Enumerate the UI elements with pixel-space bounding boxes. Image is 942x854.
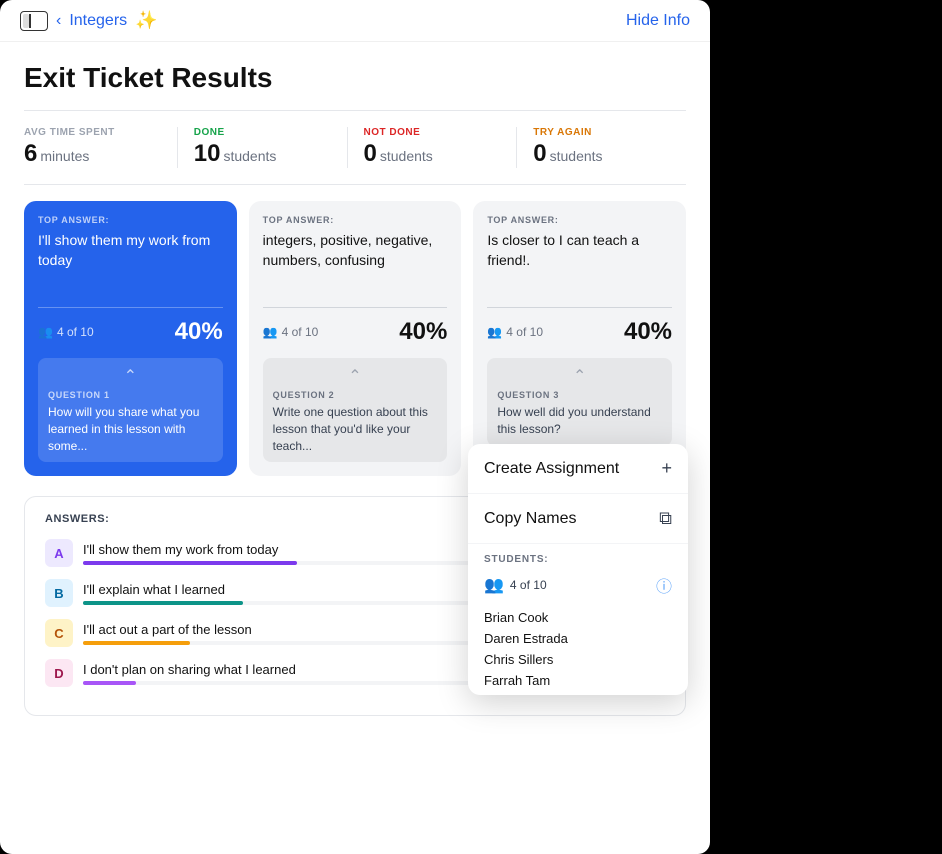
answer-bar-b xyxy=(83,601,243,605)
stat-done-value: 10students xyxy=(194,140,331,168)
stats-divider xyxy=(24,184,686,185)
card2-people-icon: 👥 xyxy=(263,325,278,339)
answer-bar-d xyxy=(83,681,136,685)
question-card-2[interactable]: TOP ANSWER: integers, positive, negative… xyxy=(249,201,462,476)
card1-top-answer-label: TOP ANSWER: xyxy=(38,215,223,225)
plus-icon: + xyxy=(661,458,672,479)
stat-done: DONE 10students xyxy=(194,127,348,168)
answer-letter-c: C xyxy=(45,619,73,647)
student-name-3: Chris Sillers xyxy=(484,649,672,670)
back-chevron-icon: ‹ xyxy=(56,12,61,30)
card1-question-num: QUESTION 1 xyxy=(48,390,213,400)
back-button[interactable]: Integers xyxy=(69,12,127,30)
stat-avg-time-label: AVG TIME SPENT xyxy=(24,127,161,138)
card1-percent: 40% xyxy=(175,318,223,346)
answer-bar-c xyxy=(83,641,190,645)
stat-done-label: DONE xyxy=(194,127,331,138)
question-card-3[interactable]: TOP ANSWER: Is closer to I can teach a f… xyxy=(473,201,686,476)
answer-bar-a xyxy=(83,561,297,565)
copy-names-label: Copy Names xyxy=(484,510,576,528)
card1-people-icon: 👥 xyxy=(38,325,53,339)
card2-student-count: 👥 4 of 10 xyxy=(263,325,319,339)
create-assignment-item[interactable]: Create Assignment + xyxy=(468,444,688,494)
card2-divider xyxy=(263,307,448,308)
card2-top-answer-text: integers, positive, negative, numbers, c… xyxy=(263,231,448,287)
card3-question-section: ⌃ QUESTION 3 How well did you understand… xyxy=(487,358,672,446)
card3-top-answer-text: Is closer to I can teach a friend!. xyxy=(487,231,672,287)
stat-try-again: TRY AGAIN 0students xyxy=(533,127,686,168)
top-bar-left: ‹ Integers ✨ xyxy=(20,10,158,31)
card3-student-count: 👥 4 of 10 xyxy=(487,325,543,339)
card1-arrow-icon: ⌃ xyxy=(48,366,213,386)
question-card-1[interactable]: TOP ANSWER: I'll show them my work from … xyxy=(24,201,237,476)
students-section: STUDENTS: 👥 4 of 10 ⓘ Brian Cook Daren E… xyxy=(468,544,688,695)
dropdown-popup: Create Assignment + Copy Names ⧉ STUDENT… xyxy=(468,444,688,695)
card2-arrow-icon: ⌃ xyxy=(273,366,438,386)
card3-percent: 40% xyxy=(624,318,672,346)
student-name-2: Daren Estrada xyxy=(484,628,672,649)
card1-stats-row: 👥 4 of 10 40% xyxy=(38,318,223,346)
card2-question-text: Write one question about this lesson tha… xyxy=(273,404,438,454)
page-title: Exit Ticket Results xyxy=(24,62,686,94)
top-bar: ‹ Integers ✨ Hide Info xyxy=(0,0,710,42)
answer-letter-d: D xyxy=(45,659,73,687)
stat-try-again-value: 0students xyxy=(533,140,670,168)
answer-letter-a: A xyxy=(45,539,73,567)
stat-not-done: NOT DONE 0students xyxy=(364,127,518,168)
students-people-icon: 👥 xyxy=(484,575,504,595)
student-name-4: Farrah Tam xyxy=(484,670,672,691)
sidebar-toggle-icon xyxy=(23,14,29,28)
question-cards: TOP ANSWER: I'll show them my work from … xyxy=(24,201,686,476)
sidebar-toggle-button[interactable] xyxy=(20,11,48,31)
card2-stats-row: 👥 4 of 10 40% xyxy=(263,318,448,346)
card1-question-section: ⌃ QUESTION 1 How will you share what you… xyxy=(38,358,223,462)
stat-not-done-value: 0students xyxy=(364,140,501,168)
students-info-icon: ⓘ xyxy=(656,573,672,597)
copy-icon: ⧉ xyxy=(659,508,672,529)
card3-arrow-icon: ⌃ xyxy=(497,366,662,386)
card1-divider xyxy=(38,307,223,308)
students-count-row: 👥 4 of 10 ⓘ xyxy=(484,573,672,597)
stat-try-again-label: TRY AGAIN xyxy=(533,127,670,138)
card1-top-answer-text: I'll show them my work from today xyxy=(38,231,223,287)
student-name-1: Brian Cook xyxy=(484,607,672,628)
card3-divider xyxy=(487,307,672,308)
card3-question-text: How well did you understand this lesson? xyxy=(497,404,662,438)
stat-not-done-label: NOT DONE xyxy=(364,127,501,138)
card1-question-text: How will you share what you learned in t… xyxy=(48,404,213,454)
card3-question-num: QUESTION 3 xyxy=(497,390,662,400)
card3-top-answer-label: TOP ANSWER: xyxy=(487,215,672,225)
title-divider xyxy=(24,110,686,111)
hide-info-button[interactable]: Hide Info xyxy=(626,12,690,30)
answer-letter-b: B xyxy=(45,579,73,607)
card2-question-num: QUESTION 2 xyxy=(273,390,438,400)
students-label: STUDENTS: xyxy=(484,554,672,565)
card3-people-icon: 👥 xyxy=(487,325,502,339)
card3-stats-row: 👥 4 of 10 40% xyxy=(487,318,672,346)
stat-avg-time: AVG TIME SPENT 6minutes xyxy=(24,127,178,168)
students-count-text: 4 of 10 xyxy=(510,578,547,592)
create-assignment-label: Create Assignment xyxy=(484,460,619,478)
card1-student-count: 👥 4 of 10 xyxy=(38,325,94,339)
sparkle-icon: ✨ xyxy=(135,10,157,31)
card2-percent: 40% xyxy=(399,318,447,346)
stats-row: AVG TIME SPENT 6minutes DONE 10students … xyxy=(24,127,686,168)
copy-names-item[interactable]: Copy Names ⧉ xyxy=(468,494,688,544)
card2-top-answer-label: TOP ANSWER: xyxy=(263,215,448,225)
card2-question-section: ⌃ QUESTION 2 Write one question about th… xyxy=(263,358,448,462)
stat-avg-time-value: 6minutes xyxy=(24,140,161,168)
